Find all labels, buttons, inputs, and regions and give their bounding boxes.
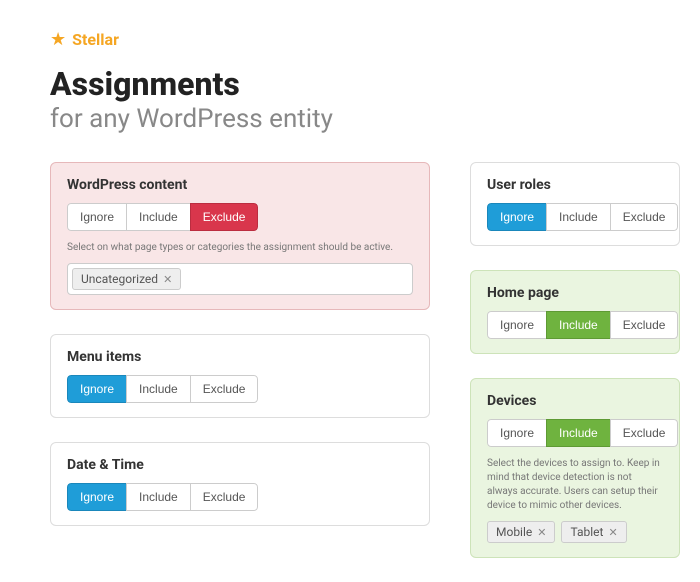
panel-title: Home page [487, 285, 663, 301]
tag-label: Uncategorized [81, 272, 158, 286]
panel-user-roles: User roles Ignore Include Exclude [470, 162, 680, 246]
mode-toggle: Ignore Include Exclude [67, 375, 258, 403]
mode-toggle: Ignore Include Exclude [67, 483, 258, 511]
brand-name: Stellar [72, 30, 119, 49]
page-subtitle: for any WordPress entity [50, 104, 700, 134]
mode-toggle: Ignore Include Exclude [487, 419, 678, 447]
ignore-button[interactable]: Ignore [487, 311, 547, 339]
exclude-button[interactable]: Exclude [190, 203, 259, 231]
panel-title: User roles [487, 177, 663, 193]
exclude-button[interactable]: Exclude [190, 483, 259, 511]
exclude-button[interactable]: Exclude [610, 311, 679, 339]
exclude-button[interactable]: Exclude [610, 203, 679, 231]
tag-label: Mobile [496, 525, 532, 539]
mode-toggle: Ignore Include Exclude [487, 311, 678, 339]
include-button[interactable]: Include [126, 375, 191, 403]
exclude-button[interactable]: Exclude [610, 419, 679, 447]
help-text: Select on what page types or categories … [67, 241, 413, 255]
panel-date-time: Date & Time Ignore Include Exclude [50, 442, 430, 526]
tag-uncategorized: Uncategorized ✕ [72, 268, 181, 290]
panel-wordpress-content: WordPress content Ignore Include Exclude… [50, 162, 430, 310]
brand-logo: ★ Stellar [50, 30, 700, 49]
star-icon: ★ [50, 31, 66, 49]
include-button[interactable]: Include [546, 419, 611, 447]
page-title: Assignments [50, 67, 700, 102]
exclude-button[interactable]: Exclude [190, 375, 259, 403]
category-tag-input[interactable]: Uncategorized ✕ [67, 263, 413, 295]
panel-home-page: Home page Ignore Include Exclude [470, 270, 680, 354]
help-text: Select the devices to assign to. Keep in… [487, 457, 663, 513]
include-button[interactable]: Include [126, 483, 191, 511]
ignore-button[interactable]: Ignore [67, 483, 127, 511]
tag-mobile: Mobile ✕ [487, 521, 555, 543]
device-tags: Mobile ✕ Tablet ✕ [487, 521, 663, 543]
include-button[interactable]: Include [546, 311, 611, 339]
ignore-button[interactable]: Ignore [67, 375, 127, 403]
mode-toggle: Ignore Include Exclude [67, 203, 258, 231]
tag-tablet: Tablet ✕ [561, 521, 626, 543]
tag-label: Tablet [570, 525, 603, 539]
panel-devices: Devices Ignore Include Exclude Select th… [470, 378, 680, 558]
panel-title: WordPress content [67, 177, 413, 193]
close-icon[interactable]: ✕ [163, 273, 172, 286]
mode-toggle: Ignore Include Exclude [487, 203, 678, 231]
close-icon[interactable]: ✕ [608, 526, 617, 539]
panel-menu-items: Menu items Ignore Include Exclude [50, 334, 430, 418]
panel-title: Menu items [67, 349, 413, 365]
ignore-button[interactable]: Ignore [67, 203, 127, 231]
ignore-button[interactable]: Ignore [487, 419, 547, 447]
close-icon[interactable]: ✕ [537, 526, 546, 539]
panel-title: Date & Time [67, 457, 413, 473]
panel-title: Devices [487, 393, 663, 409]
include-button[interactable]: Include [546, 203, 611, 231]
ignore-button[interactable]: Ignore [487, 203, 547, 231]
include-button[interactable]: Include [126, 203, 191, 231]
